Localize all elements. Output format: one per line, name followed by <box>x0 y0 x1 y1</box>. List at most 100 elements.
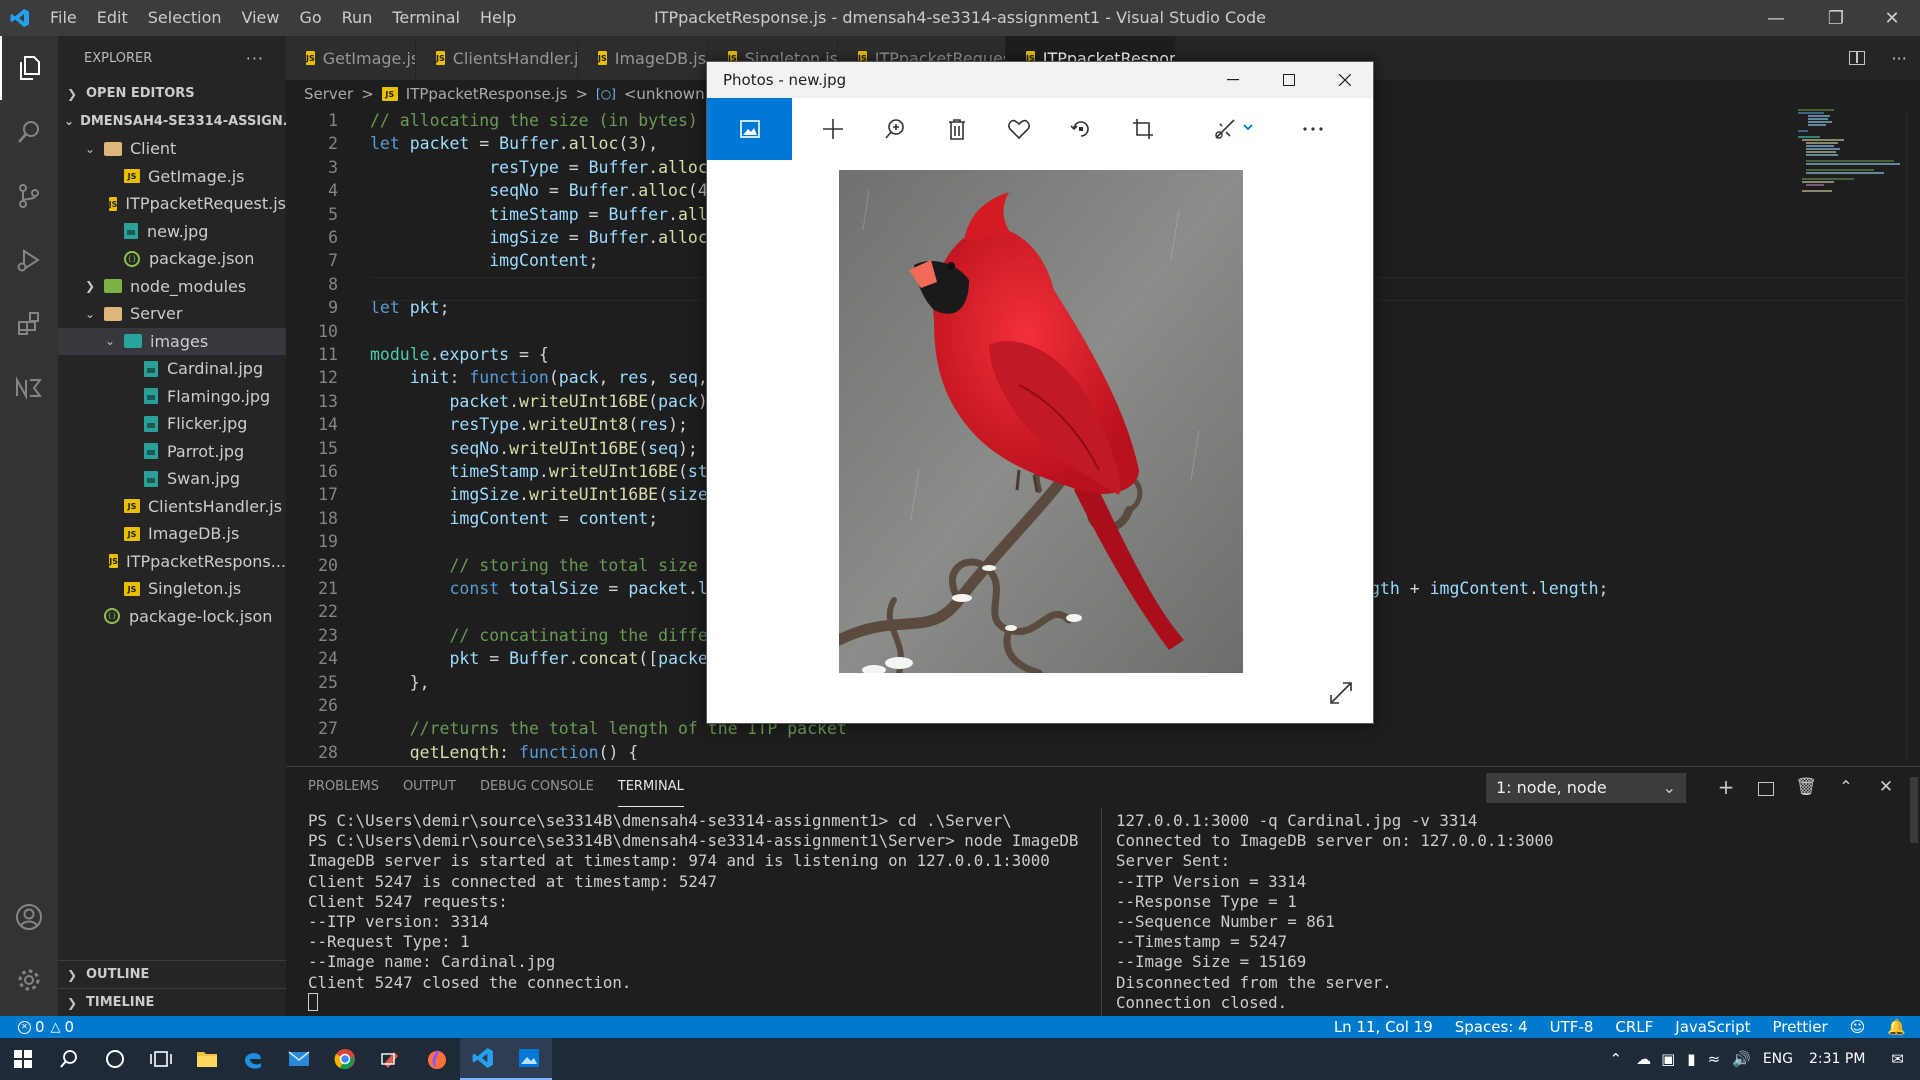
photos-taskbar-icon[interactable] <box>506 1038 552 1080</box>
onedrive-icon[interactable]: ☁ <box>1636 1050 1651 1068</box>
extensions-icon[interactable] <box>0 292 58 356</box>
breadcrumb-item[interactable]: ITPpacketResponse.js <box>406 85 568 103</box>
language-mode[interactable]: JavaScript <box>1675 1018 1750 1036</box>
problems-status[interactable]: ✕ 0 △ 0 <box>0 1018 74 1036</box>
explorer-icon[interactable] <box>0 36 58 100</box>
panel-tab-debug-console[interactable]: DEBUG CONSOLE <box>480 767 594 807</box>
volume-icon[interactable]: 🔊 <box>1732 1050 1751 1068</box>
fullscreen-expand-icon[interactable] <box>1325 677 1357 709</box>
timeline-section[interactable]: ❯ TIMELINE <box>58 988 286 1016</box>
tree-item[interactable]: JS ITPpacketRequest.js <box>58 190 286 218</box>
tree-item[interactable]: JS ClientsHandler.js <box>58 493 286 521</box>
new-terminal-icon[interactable]: + <box>1712 773 1740 801</box>
action-center-icon[interactable]: ✉ <box>1891 1050 1904 1068</box>
more-actions-icon[interactable]: ··· <box>246 49 264 68</box>
terminal-select[interactable]: 1: node, node ⌄ <box>1486 773 1686 803</box>
tree-item[interactable]: {} package.json <box>58 245 286 273</box>
menu-help[interactable]: Help <box>470 0 526 36</box>
tree-item[interactable]: Parrot.jpg <box>58 438 286 466</box>
close-button[interactable]: ✕ <box>1864 0 1920 36</box>
file-explorer-icon[interactable] <box>184 1038 230 1080</box>
cortana-icon[interactable] <box>92 1038 138 1080</box>
kill-terminal-icon[interactable]: 🗑 <box>1792 773 1820 801</box>
tree-item[interactable]: JS ImageDB.js <box>58 520 286 548</box>
close-panel-icon[interactable]: ✕ <box>1872 773 1900 801</box>
encoding[interactable]: UTF-8 <box>1550 1018 1594 1036</box>
outline-section[interactable]: ❯ OUTLINE <box>58 960 286 988</box>
clock[interactable]: 2:31 PM <box>1809 1051 1865 1067</box>
menu-file[interactable]: File <box>40 0 87 36</box>
search-icon[interactable] <box>46 1038 92 1080</box>
windows-start-icon[interactable] <box>0 1038 46 1080</box>
source-control-icon[interactable] <box>0 164 58 228</box>
more-icon[interactable] <box>1282 98 1344 160</box>
battery-icon[interactable]: ▮ <box>1687 1050 1695 1068</box>
panel-tab-terminal[interactable]: TERMINAL <box>617 767 684 807</box>
tree-item[interactable]: JS Singleton.js <box>58 575 286 603</box>
add-icon[interactable] <box>802 98 864 160</box>
edge-browser-icon[interactable] <box>230 1038 276 1080</box>
input-language[interactable]: ENG <box>1763 1051 1793 1067</box>
panel-tab-problems[interactable]: PROBLEMS <box>308 767 379 807</box>
photos-maximize-button[interactable] <box>1261 62 1317 98</box>
chevron-up-icon[interactable]: ⌃ <box>1610 1050 1623 1068</box>
mail-icon[interactable] <box>276 1038 322 1080</box>
cursor-position[interactable]: Ln 11, Col 19 <box>1334 1018 1433 1036</box>
minimap[interactable] <box>1794 108 1904 208</box>
terminal-left[interactable]: PS C:\Users\demir\source\se3314B\dmensah… <box>308 811 1098 1017</box>
editor-tab[interactable]: JS ImageDB.js <box>578 36 708 80</box>
breadcrumb-item[interactable]: <unknown> <box>624 85 717 103</box>
editor-scrollbar[interactable] <box>1906 108 1920 760</box>
tree-item[interactable]: {} package-lock.json <box>58 603 286 631</box>
chrome-icon[interactable] <box>322 1038 368 1080</box>
more-actions-icon[interactable]: ··· <box>1892 49 1907 68</box>
end-of-line[interactable]: CRLF <box>1615 1018 1653 1036</box>
menu-terminal[interactable]: Terminal <box>382 0 470 36</box>
breadcrumb-item[interactable]: Server <box>304 85 353 103</box>
indentation[interactable]: Spaces: 4 <box>1455 1018 1528 1036</box>
project-root[interactable]: ⌄ DMENSAH4-SE3314-ASSIGN... <box>58 108 286 136</box>
tree-item[interactable]: ⌄ images <box>58 327 286 355</box>
display-icon[interactable]: ▣ <box>1661 1050 1675 1068</box>
zoom-icon[interactable] <box>864 98 926 160</box>
terminal-scrollbar[interactable] <box>1910 777 1918 843</box>
split-terminal-icon[interactable] <box>1752 773 1780 801</box>
tree-item[interactable]: new.jpg <box>58 218 286 246</box>
menu-edit[interactable]: Edit <box>87 0 138 36</box>
notifications-bell-icon[interactable]: 🔔 <box>1887 1018 1906 1036</box>
settings-gear-icon[interactable] <box>0 948 58 1012</box>
tree-item[interactable]: ⌄ Client <box>58 135 286 163</box>
search-icon[interactable] <box>0 100 58 164</box>
photos-minimize-button[interactable] <box>1205 62 1261 98</box>
split-editor-icon[interactable] <box>1849 51 1866 65</box>
menu-view[interactable]: View <box>232 0 290 36</box>
delete-icon[interactable] <box>926 98 988 160</box>
tree-item[interactable]: ❯ node_modules <box>58 273 286 301</box>
menu-go[interactable]: Go <box>289 0 331 36</box>
editor-tab[interactable]: JS GetImage.js <box>286 36 416 80</box>
minimize-button[interactable]: — <box>1748 0 1804 36</box>
editor-tab[interactable]: JS ClientsHandler.js <box>416 36 578 80</box>
menu-selection[interactable]: Selection <box>138 0 232 36</box>
menu-run[interactable]: Run <box>332 0 383 36</box>
prettier-status[interactable]: Prettier <box>1772 1018 1827 1036</box>
restore-button[interactable]: ❐ <box>1808 0 1864 36</box>
tree-item[interactable]: JS GetImage.js <box>58 163 286 191</box>
task-view-icon[interactable] <box>138 1038 184 1080</box>
view-all-photos-button[interactable] <box>707 98 792 160</box>
tree-item[interactable]: Swan.jpg <box>58 465 286 493</box>
accounts-icon[interactable] <box>0 885 58 949</box>
rotate-icon[interactable] <box>1050 98 1112 160</box>
vscode-taskbar-icon[interactable] <box>460 1038 506 1080</box>
tree-item[interactable]: ⌄ Server <box>58 300 286 328</box>
crop-icon[interactable] <box>1112 98 1174 160</box>
maximize-panel-icon[interactable]: ⌃ <box>1832 773 1860 801</box>
terminal-right[interactable]: 127.0.0.1:3000 -q Cardinal.jpg -v 3314 Co… <box>1116 811 1906 1017</box>
feedback-icon[interactable]: ☺ <box>1850 1018 1866 1036</box>
tree-item[interactable]: JS ITPpacketRespons... <box>58 548 286 576</box>
tree-item[interactable]: Flicker.jpg <box>58 410 286 438</box>
n-sum-extension-icon[interactable] <box>0 356 58 420</box>
panel-tab-output[interactable]: OUTPUT <box>403 767 456 807</box>
open-editors-section[interactable]: ❯ OPEN EDITORS <box>58 80 286 108</box>
cardinal-photo[interactable] <box>839 170 1243 673</box>
